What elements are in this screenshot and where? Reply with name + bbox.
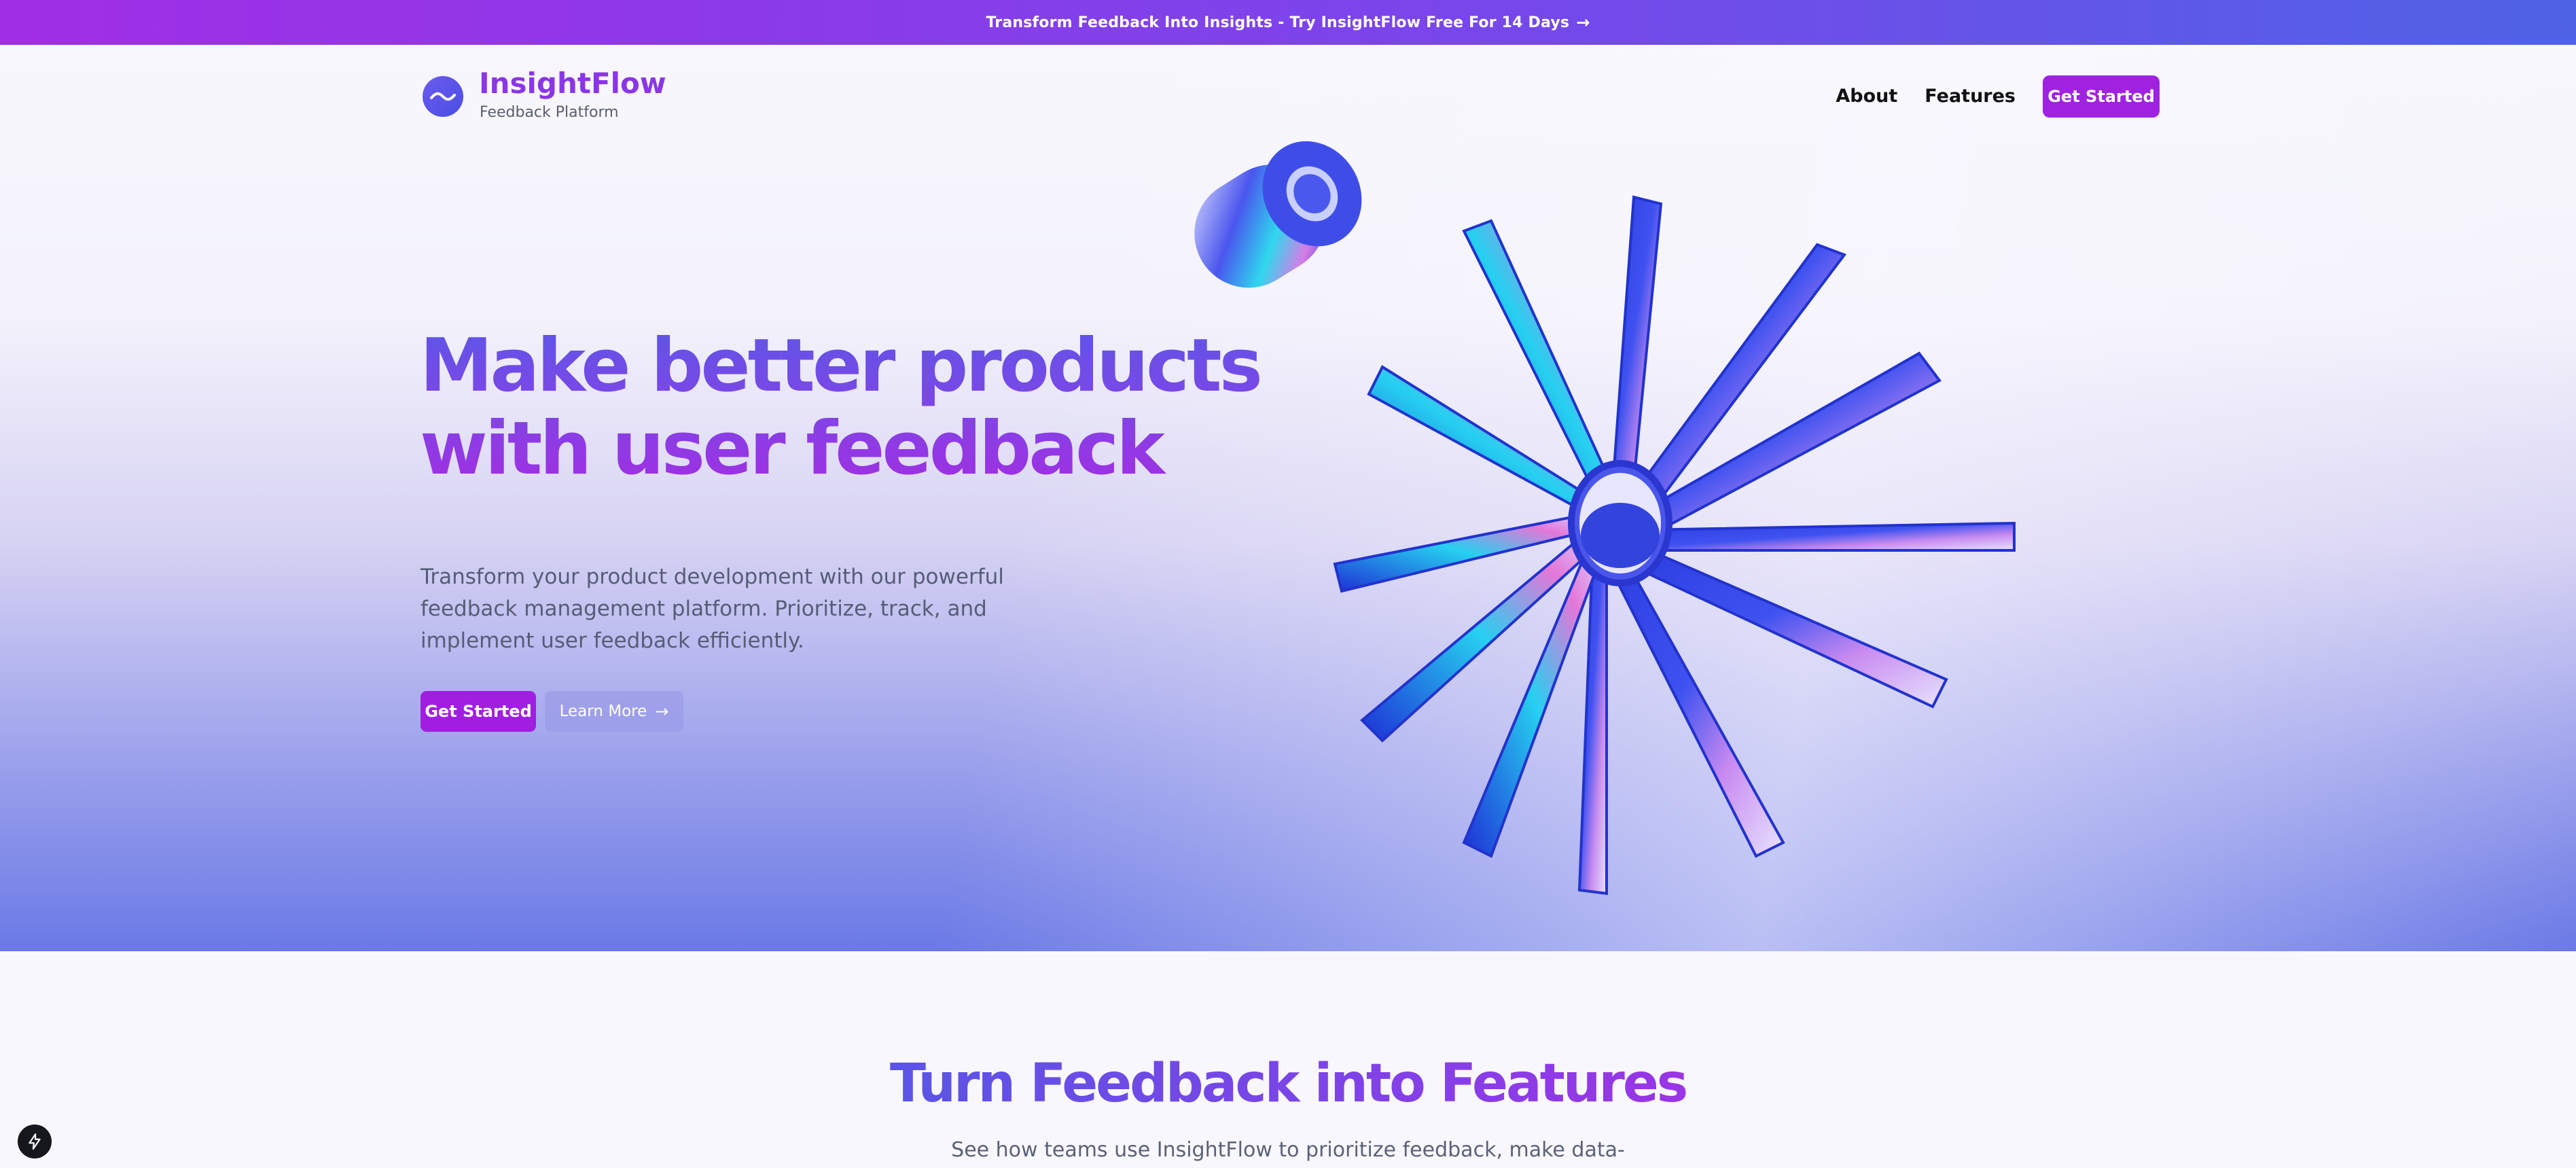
arrow-right-icon: → <box>655 702 669 721</box>
features-subtitle: See how teams use InsightFlow to priorit… <box>951 1138 1625 1162</box>
features-title: Turn Feedback into Features <box>0 1053 2576 1114</box>
iridescent-starburst-icon <box>1194 141 2016 896</box>
arrow-right-icon: → <box>1576 13 1590 32</box>
hero-get-started-button[interactable]: Get Started <box>421 691 536 732</box>
announcement-bar[interactable]: Transform Feedback Into Insights - Try I… <box>0 0 2576 45</box>
learn-more-button[interactable]: Learn More → <box>545 691 683 732</box>
announcement-text: Transform Feedback Into Insights - Try I… <box>986 14 1570 31</box>
hero-description: Transform your product development with … <box>421 565 1004 653</box>
brand-tagline: Feedback Platform <box>480 104 619 121</box>
brand-name[interactable]: InsightFlow <box>479 67 666 100</box>
header-get-started-button[interactable]: Get Started <box>2043 75 2160 118</box>
lightning-icon[interactable] <box>18 1125 52 1158</box>
wave-logo-icon[interactable] <box>423 76 463 117</box>
learn-more-label: Learn More <box>559 703 647 720</box>
features-title-text: Turn Feedback into Features <box>889 1053 1688 1114</box>
